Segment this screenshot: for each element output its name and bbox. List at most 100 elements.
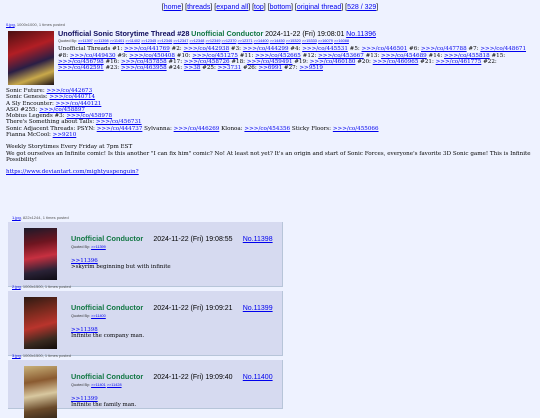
op-thread-link[interactable]: >>38 xyxy=(184,65,201,71)
op-quoted-link[interactable]: >>11401 xyxy=(110,39,125,43)
reply-2-text: Infinite the company man. xyxy=(71,333,145,339)
reply-3-quote-link-2[interactable]: >>11428 xyxy=(107,383,122,387)
reply-3-file-info: 3.jpg, 1000x1500, 1 times posted xyxy=(12,353,71,358)
original-thread-link[interactable]: original thread xyxy=(297,4,341,11)
op-thread-link[interactable]: >>>/co/450408 xyxy=(129,53,175,59)
op-thumbnail[interactable] xyxy=(8,31,54,85)
threads-link[interactable]: threads xyxy=(187,4,210,11)
op-thread-link[interactable]: >>>/co/460965 xyxy=(373,59,419,65)
reply-post-2: 2.jpg, 1000x1500, 1 times posted Unoffic… xyxy=(8,284,283,356)
reply-1-number[interactable]: No.11398 xyxy=(243,236,273,243)
reply-1-date: 2024-11-22 (Fri) 19:08:55 xyxy=(153,236,233,243)
op-file-link[interactable]: 0.jpg xyxy=(6,22,15,27)
op-quoted-link[interactable]: >>14400 xyxy=(254,39,269,43)
reference-label: A Sly Encounter: xyxy=(6,100,56,107)
op-quoted-link[interactable]: >>12348 xyxy=(189,39,204,43)
reply-2-number[interactable]: No.11399 xyxy=(243,305,273,312)
post-counter[interactable]: 528 / 329 xyxy=(347,4,376,11)
adjacent-link[interactable]: >>>/co/444737 xyxy=(97,126,143,132)
reply-2-quote-link[interactable]: >>11400 xyxy=(91,314,106,318)
op-thread-link[interactable]: >>>/co/449430 xyxy=(70,53,116,59)
op-thread-link[interactable]: >>>/co/458726 xyxy=(184,59,230,65)
op-thread-link[interactable]: >>9519 xyxy=(299,65,323,71)
op-quoted-link[interactable]: >>11397 xyxy=(78,39,93,43)
adjacent-link[interactable]: >>>/co/454356 xyxy=(244,126,290,132)
bottom-link[interactable]: bottom xyxy=(270,4,291,11)
home-link[interactable]: home xyxy=(164,4,182,11)
op-quoted-by: Quoted By: >>11397 >>11398 >>11401 >>114… xyxy=(58,38,528,44)
reference-label: Sonic Genesis: xyxy=(6,94,50,101)
adjacent-prefix: Sticky Floors: xyxy=(290,125,333,132)
reply-2-thumbnail[interactable] xyxy=(24,297,57,349)
op-quoted-link[interactable]: >>11402 xyxy=(125,39,140,43)
adjacent-link[interactable]: >>>/co/455066 xyxy=(333,126,379,132)
reference-link[interactable]: >>>/co/456731 xyxy=(96,119,142,125)
op-body: Unofficial Sonic Storytime Thread #28 Un… xyxy=(58,30,528,72)
op-thread-link[interactable]: >>>/co/441769 xyxy=(124,46,170,52)
op-quoted-link[interactable]: >>12345 xyxy=(141,39,156,43)
op-post: 0.jpg, 1000x1000, 1 times posted Unoffic… xyxy=(6,22,536,175)
reply-2-file-info: 2.jpg, 1000x1500, 1 times posted xyxy=(12,284,71,289)
op-thread-link[interactable]: >>3731 xyxy=(218,65,242,71)
op-thread-link[interactable]: >>>/co/452665 xyxy=(255,53,301,59)
op-url[interactable]: https://www.deviantart.com/mightyuspengu… xyxy=(6,169,139,175)
fianna-label: Fianna McCool: xyxy=(6,132,53,139)
op-thread-link[interactable]: >>>/co/462591 xyxy=(58,65,104,71)
reference-link[interactable]: >>>/co/458978 xyxy=(66,113,112,119)
op-quoted-link[interactable]: >>15333 xyxy=(302,39,317,43)
fianna-link[interactable]: >>9210 xyxy=(53,132,77,138)
op-quoted-link[interactable]: >>16088 xyxy=(334,39,349,43)
op-thread-link[interactable]: >>>/co/451275 xyxy=(192,53,238,59)
op-thread-link[interactable]: >>>/co/460180 xyxy=(310,59,356,65)
op-quoted-link[interactable]: >>12349 xyxy=(205,39,220,43)
op-thread-link[interactable]: >>>/co/445531 xyxy=(302,46,348,52)
op-quoted-link[interactable]: >>12346 xyxy=(157,39,172,43)
reply-3-file-link[interactable]: 3.jpg xyxy=(12,353,21,358)
op-thread-link[interactable]: >>>/co/447788 xyxy=(421,46,467,52)
op-thread-link[interactable]: >>>/co/461775 xyxy=(436,59,482,65)
reply-1-thumbnail[interactable] xyxy=(24,228,57,280)
adjacent-link[interactable]: >>>/co/446269 xyxy=(174,126,220,132)
op-quoted-link[interactable]: >>15320 xyxy=(286,39,301,43)
op-thread-link[interactable]: >>>/co/459491 xyxy=(247,59,293,65)
reference-link[interactable]: >>>/co/440714 xyxy=(49,94,95,100)
op-thread-link[interactable]: >>>/co/446501 xyxy=(362,46,408,52)
reply-2-file-meta: , 1000x1500, 1 times posted xyxy=(20,284,71,289)
op-thread-link[interactable]: >>>/co/444299 xyxy=(243,46,289,52)
top-link[interactable]: top xyxy=(254,4,264,11)
op-quoted-link[interactable]: >>12347 xyxy=(173,39,188,43)
reply-3-file-meta: , 1000x1500, 1 times posted xyxy=(20,353,71,358)
op-post-number[interactable]: No.11396 xyxy=(346,31,376,38)
op-thread-link[interactable]: >>>/co/463958 xyxy=(121,65,167,71)
reply-2-file-link[interactable]: 2.jpg xyxy=(12,284,21,289)
reply-3-quote-link-1[interactable]: >>11401 xyxy=(91,383,106,387)
op-quoted-link[interactable]: >>16079 xyxy=(318,39,333,43)
op-quoted-link[interactable]: >>12371 xyxy=(238,39,253,43)
op-quoted-link[interactable]: >>11398 xyxy=(94,39,109,43)
reply-3-number[interactable]: No.11400 xyxy=(243,374,273,381)
top-navbar: [home] [threads] [expand all] [top] [bot… xyxy=(161,4,379,11)
op-quoted-link[interactable]: >>14450 xyxy=(270,39,285,43)
op-header: Unofficial Sonic Storytime Thread #28 Un… xyxy=(58,30,528,38)
reply-3-date: 2024-11-22 (Fri) 19:09:40 xyxy=(153,374,233,381)
reply-3-thumbnail[interactable] xyxy=(24,366,57,418)
reference-link[interactable]: >>>/co/442673 xyxy=(46,88,92,94)
op-thread-link[interactable]: >>>/co/442938 xyxy=(183,46,229,52)
op-thread-link[interactable]: >>6991 xyxy=(259,65,283,71)
op-thread-link[interactable]: >>>/co/453667 xyxy=(318,53,364,59)
op-file-meta: , 1000x1000, 1 times posted xyxy=(14,22,65,27)
reference-label: Mobius Legends #3: xyxy=(6,113,67,120)
op-thread-link[interactable]: >>>/co/457858 xyxy=(121,59,167,65)
expand-all-link[interactable]: expand all xyxy=(216,4,248,11)
reply-1-text: >skyrim beginning but with infinite xyxy=(71,264,171,270)
reference-link[interactable]: >>>/co/458897 xyxy=(39,107,85,113)
reply-1-file-link[interactable]: 1.jpg xyxy=(12,215,21,220)
op-thread-link[interactable]: >>>/co/456798 xyxy=(58,59,104,65)
reply-1-quote-link[interactable]: >>11399 xyxy=(91,245,106,249)
op-thread-link[interactable]: >>>/co/448671 xyxy=(480,46,526,52)
reference-link[interactable]: >>>/co/440121 xyxy=(56,101,102,107)
op-quoted-link[interactable]: >>12370 xyxy=(222,39,237,43)
op-description: We got ourselves an Infinite comic! Is t… xyxy=(6,150,531,163)
op-thread-link[interactable]: >>>/co/454689 xyxy=(381,53,427,59)
op-thread-link[interactable]: >>>/co/455818 xyxy=(444,53,490,59)
